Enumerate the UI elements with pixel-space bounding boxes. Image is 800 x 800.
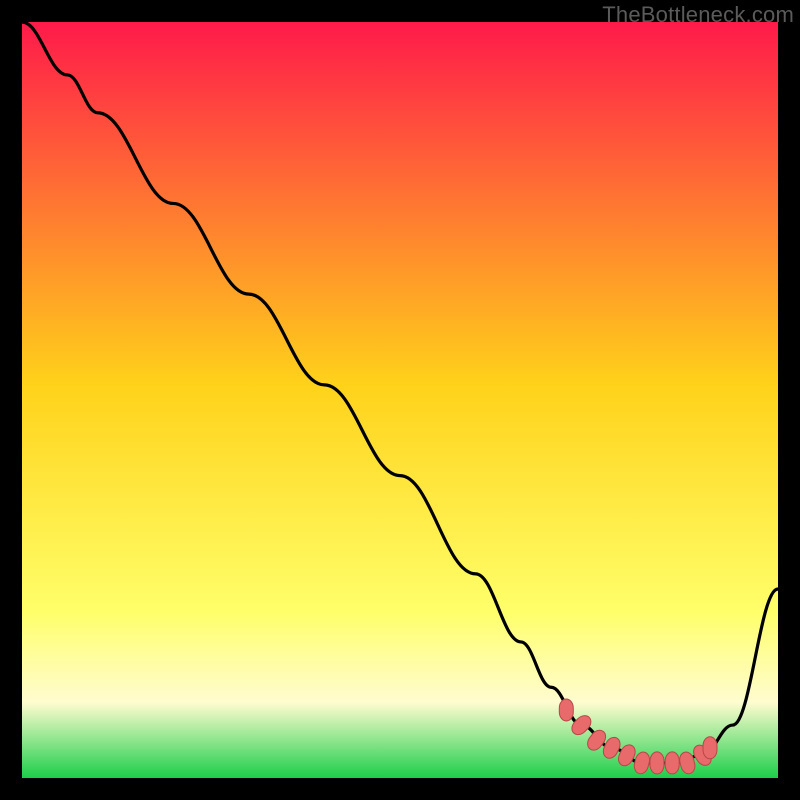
chart-svg <box>22 22 778 778</box>
gradient-background <box>22 22 778 778</box>
marker-point <box>703 737 717 759</box>
chart-frame: TheBottleneck.com <box>0 0 800 800</box>
marker-point <box>559 699 573 721</box>
marker-point <box>665 752 679 774</box>
plot-area <box>22 22 778 778</box>
marker-point <box>650 752 664 774</box>
